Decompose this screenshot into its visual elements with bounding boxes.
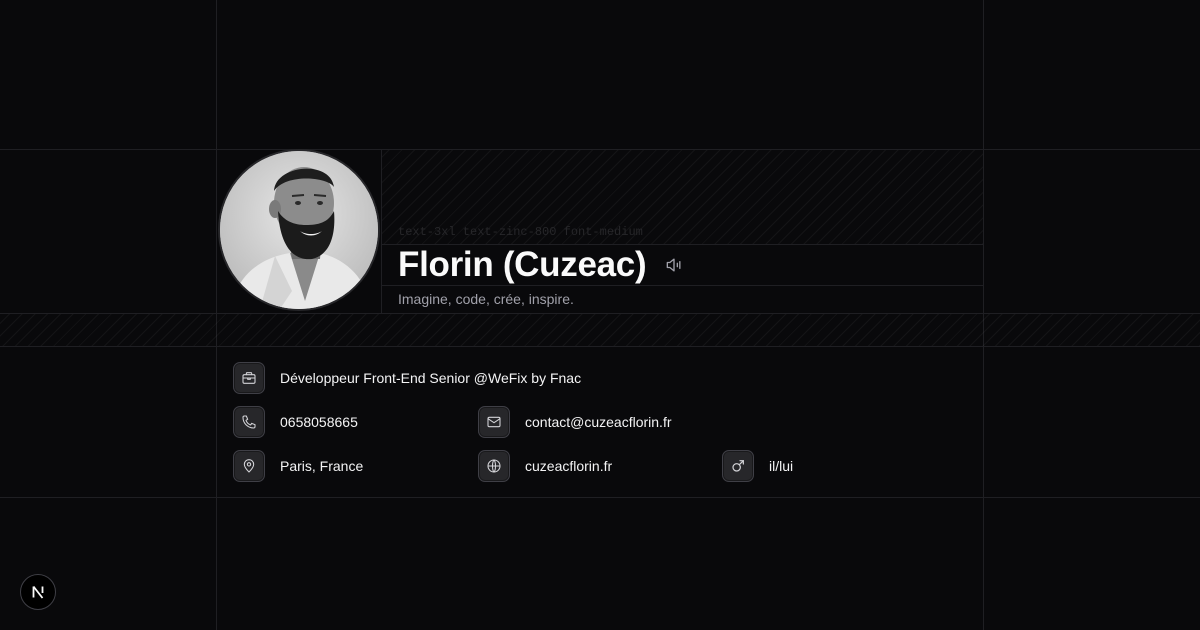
mail-icon — [487, 416, 501, 428]
profile-tagline: Imagine, code, crée, inspire. — [398, 291, 574, 307]
website-link[interactable]: cuzeacflorin.fr — [525, 458, 612, 474]
grid-line-separator-bottom — [0, 346, 1200, 347]
location-icon-box — [233, 450, 265, 482]
volume-icon — [666, 258, 681, 272]
email-link[interactable]: contact@cuzeacflorin.fr — [525, 414, 672, 430]
grid-line-info-bottom — [0, 497, 1200, 498]
profile-card: text-3xl text-zinc-800 font-medium Flori… — [0, 0, 1200, 630]
profile-name: Florin (Cuzeac) — [398, 245, 647, 284]
phone-link[interactable]: 0658058665 — [280, 414, 358, 430]
nextjs-dev-badge[interactable] — [20, 574, 56, 610]
info-location: Paris, France — [233, 450, 363, 482]
striped-separator — [0, 314, 1200, 346]
class-hint-text: text-3xl text-zinc-800 font-medium — [398, 225, 643, 239]
male-symbol-icon — [732, 460, 744, 472]
info-phone[interactable]: 0658058665 — [233, 406, 358, 438]
briefcase-icon — [242, 372, 256, 384]
avatar-photo — [220, 151, 378, 309]
phone-icon — [242, 415, 256, 429]
location-text: Paris, France — [280, 458, 364, 474]
job-text: Développeur Front-End Senior @WeFix by F… — [280, 370, 582, 386]
info-pronouns: il/lui — [722, 450, 793, 482]
phone-icon-box — [233, 406, 265, 438]
info-email[interactable]: contact@cuzeacflorin.fr — [478, 406, 672, 438]
info-website[interactable]: cuzeacflorin.fr — [478, 450, 612, 482]
nextjs-logo — [32, 585, 44, 599]
map-pin-icon — [243, 459, 255, 473]
pronounce-button[interactable] — [662, 253, 686, 277]
info-job: Développeur Front-End Senior @WeFix by F… — [233, 362, 581, 394]
globe-icon — [487, 459, 501, 473]
pronouns-text: il/lui — [769, 458, 794, 474]
grid-line-name-bottom — [382, 285, 984, 286]
profile-name-row: Florin (Cuzeac) — [398, 245, 686, 285]
avatar — [218, 149, 380, 311]
pronouns-icon-box — [722, 450, 754, 482]
job-icon-box — [233, 362, 265, 394]
email-icon-box — [478, 406, 510, 438]
website-icon-box — [478, 450, 510, 482]
